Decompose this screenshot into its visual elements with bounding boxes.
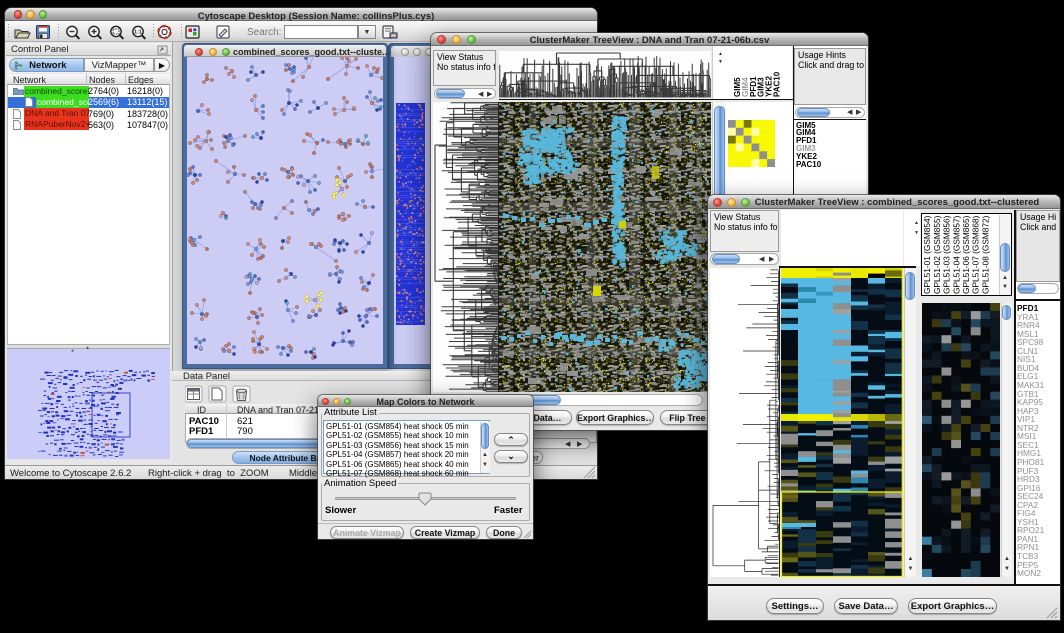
svg-text:1:1: 1:1 xyxy=(134,30,142,36)
svg-text:GPL51-03 (GSM856): GPL51-03 (GSM856) xyxy=(942,215,952,294)
svg-text:GPL51-01 (GSM854): GPL51-01 (GSM854) xyxy=(922,215,932,294)
svg-text:PAC10: PAC10 xyxy=(773,71,782,97)
svg-text:GPL51-02 (GSM855): GPL51-02 (GSM855) xyxy=(932,215,942,294)
svg-text:GPL51-04 (GSM857): GPL51-04 (GSM857) xyxy=(951,215,961,294)
svg-text:GPL51-07 (GSM868): GPL51-07 (GSM868) xyxy=(971,215,981,294)
svg-text:GPL51-06 (GSM865): GPL51-06 (GSM865) xyxy=(961,215,971,294)
svg-text:GPL51-08 (GSM872): GPL51-08 (GSM872) xyxy=(980,215,990,294)
